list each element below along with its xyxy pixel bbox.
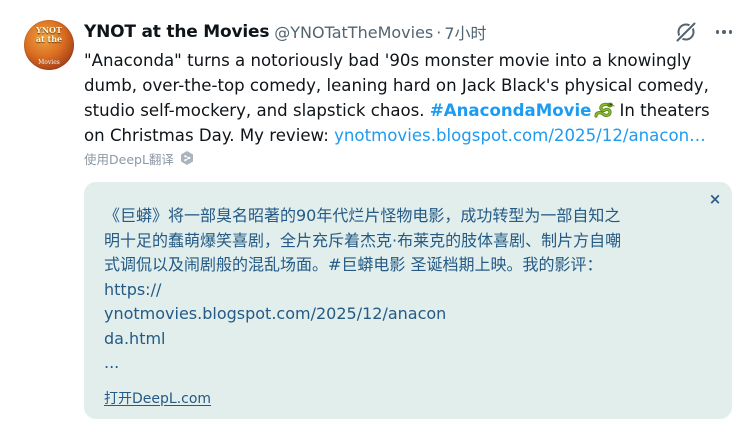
translation-line: da.html <box>104 328 166 348</box>
translate-with-deepl[interactable]: 使用DeepL翻译 <box>84 148 195 168</box>
grok-icon[interactable] <box>674 20 698 44</box>
tweet-line: studio self-mockery, and slapstick chaos… <box>84 98 734 123</box>
translation-text: 《巨蟒》将一部臭名昭著的90年代烂片怪物电影，成功转型为一部自知之 明十足的蠢萌… <box>104 204 714 376</box>
open-deepl-link[interactable]: 打开DeepL.com <box>104 388 211 408</box>
translation-line: https:// <box>104 279 162 299</box>
time-separator: · <box>436 22 442 42</box>
translation-line: 《巨蟒》将一部臭名昭著的90年代烂片怪物电影，成功转型为一部自知之 <box>104 206 621 225</box>
translation-line: 式调侃以及闹剧般的混乱场面。#巨蟒电影 圣诞档期上映。我的影评： <box>104 255 603 274</box>
tweet-text: "Anaconda" turns a notoriously bad '90s … <box>84 48 734 148</box>
avatar-logo: YNOT at the <box>35 25 63 44</box>
snake-emoji-icon <box>594 102 616 118</box>
avatar[interactable]: YNOT at the Movies <box>24 20 74 70</box>
timestamp[interactable]: 7小时 <box>444 20 486 44</box>
translation-card: × 《巨蟒》将一部臭名昭著的90年代烂片怪物电影，成功转型为一部自知之 明十足的… <box>84 182 732 419</box>
review-link[interactable]: ynotmovies.blogspot.com/2025/12/anacon… <box>334 126 706 145</box>
tweet-line: dumb, over-the-top comedy, leaning hard … <box>84 76 709 95</box>
tweet-last-line-text: on Christmas Day. My review: <box>84 126 329 145</box>
tweet-after-hashtag: In theaters <box>619 101 710 120</box>
tweet-line: on Christmas Day. My review: ynotmovies.… <box>84 123 734 148</box>
user-handle[interactable]: @YNOTatTheMovies <box>274 23 433 42</box>
translation-line: ... <box>104 353 120 372</box>
more-horizontal-icon[interactable] <box>712 20 736 44</box>
tweet-line: "Anaconda" turns a notoriously bad '90s … <box>84 51 692 70</box>
translation-line: ynotmovies.blogspot.com/2025/12/anacon <box>104 304 447 323</box>
tweet-line-text: studio self-mockery, and slapstick chaos… <box>84 101 425 120</box>
avatar-logo-sub: Movies <box>38 59 60 66</box>
deepl-logo-icon <box>180 151 193 165</box>
hashtag-link[interactable]: #AnacondaMovie <box>430 101 592 120</box>
tweet-header: YNOT at the Movies @YNOTatTheMovies · 7小… <box>84 20 487 44</box>
translate-label[interactable]: 使用DeepL翻译 <box>84 149 174 168</box>
translation-line: 明十足的蠢萌爆笑喜剧，全片充斥着杰克·布莱克的肢体喜剧、制片方自嘲 <box>104 230 622 250</box>
display-name[interactable]: YNOT at the Movies <box>84 22 269 42</box>
